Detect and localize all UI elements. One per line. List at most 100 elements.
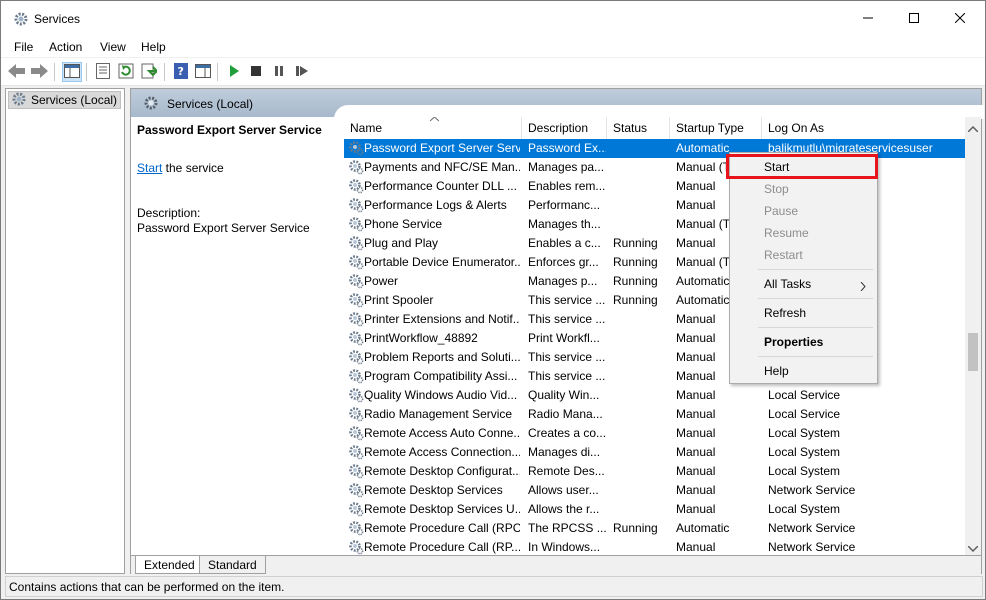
- tab-standard[interactable]: Standard: [199, 556, 266, 574]
- cell-description: Enforces gr...: [528, 255, 599, 269]
- maximize-button[interactable]: [891, 1, 937, 37]
- refresh-toolbar-button[interactable]: [116, 62, 136, 82]
- service-gear-icon: [348, 292, 364, 308]
- service-gear-icon: [348, 444, 364, 460]
- service-gear-icon: [348, 539, 364, 555]
- service-gear-icon: [348, 197, 364, 213]
- scroll-down-icon[interactable]: [967, 541, 979, 555]
- cell-log-on-as: Local System: [768, 426, 841, 440]
- close-button[interactable]: [937, 1, 983, 37]
- cell-name: Print Spooler: [364, 293, 434, 307]
- minimize-icon: [863, 12, 873, 26]
- cell-description: Manages p...: [528, 274, 598, 288]
- context-separator: [758, 298, 873, 299]
- cell-name: Quality Windows Audio Vid...: [364, 388, 518, 402]
- table-row[interactable]: Remote Desktop Services Allows user... Man…: [344, 481, 965, 500]
- cell-name: Remote Procedure Call (RPC): [364, 521, 520, 535]
- back-button[interactable]: [7, 62, 27, 82]
- svg-text:?: ?: [178, 65, 184, 78]
- minimize-button[interactable]: [845, 1, 891, 37]
- title-bar: Services: [1, 1, 985, 37]
- cell-name: Remote Desktop Configurat...: [364, 464, 520, 478]
- show-hide-tree-button[interactable]: [62, 62, 82, 82]
- cell-startup-type: Manual: [676, 426, 716, 440]
- table-row[interactable]: Remote Access Connection... Manages di...…: [344, 443, 965, 462]
- table-row[interactable]: Remote Access Auto Conne... Creates a co.…: [344, 424, 965, 443]
- vertical-scrollbar[interactable]: [965, 117, 981, 555]
- cell-description: This service ...: [528, 293, 606, 307]
- menu-view[interactable]: View: [100, 40, 126, 54]
- cell-description: The RPCSS ...: [528, 521, 606, 535]
- menu-file[interactable]: File: [14, 40, 33, 54]
- table-row[interactable]: Quality Windows Audio Vid... Quality Win.…: [344, 386, 965, 405]
- cell-description: Password Ex...: [528, 141, 606, 155]
- context-all-tasks[interactable]: All Tasks: [764, 277, 811, 291]
- context-properties[interactable]: Properties: [764, 335, 823, 349]
- status-bar: Contains actions that can be performed o…: [5, 576, 983, 597]
- tree-item-services-local[interactable]: Services (Local): [8, 91, 121, 109]
- service-gear-icon: [348, 254, 364, 270]
- export-list-button[interactable]: [139, 62, 160, 82]
- stop-service-button[interactable]: [246, 62, 266, 82]
- cell-status: Running: [613, 521, 658, 535]
- start-service-link[interactable]: Start: [137, 161, 162, 175]
- column-header-label: Description: [528, 121, 589, 135]
- properties-toolbar-button[interactable]: [93, 62, 113, 82]
- column-header-label: Status: [613, 121, 648, 135]
- context-help[interactable]: Help: [764, 364, 789, 378]
- column-header-description[interactable]: Description: [522, 117, 607, 139]
- service-gear-icon: [348, 482, 364, 498]
- service-gear-icon: [348, 140, 364, 156]
- cell-name: Payments and NFC/SE Man...: [364, 160, 520, 174]
- service-gear-icon: [348, 406, 364, 422]
- scroll-thumb[interactable]: [968, 333, 978, 371]
- description-label: Description:: [137, 206, 201, 220]
- cell-description: Manages di...: [528, 445, 601, 459]
- tab-extended[interactable]: Extended: [135, 556, 204, 574]
- table-row[interactable]: Remote Desktop Services U... Allows the r…: [344, 500, 965, 519]
- forward-button[interactable]: [29, 62, 49, 82]
- service-gear-icon: [348, 349, 364, 365]
- start-service-button[interactable]: [224, 62, 244, 82]
- sort-ascending-icon: [429, 117, 440, 125]
- help-toolbar-button[interactable]: ?: [171, 62, 191, 82]
- table-row[interactable]: Remote Desktop Configurat... Remote Des..…: [344, 462, 965, 481]
- services-gear-icon: [13, 11, 29, 27]
- cell-log-on-as: Network Service: [768, 483, 856, 497]
- menu-help[interactable]: Help: [141, 40, 166, 54]
- cell-description: Quality Win...: [528, 388, 600, 402]
- cell-description: Print Workfl...: [528, 331, 600, 345]
- service-gear-icon: [348, 159, 364, 175]
- service-gear-icon: [348, 330, 364, 346]
- context-refresh[interactable]: Refresh: [764, 306, 806, 320]
- window-title: Services: [34, 12, 81, 26]
- cell-description: This service ...: [528, 312, 606, 326]
- cell-startup-type: Manual: [676, 445, 716, 459]
- column-header-name[interactable]: Name: [344, 117, 522, 139]
- cell-name: Printer Extensions and Notif...: [364, 312, 520, 326]
- pause-service-button[interactable]: [269, 62, 289, 82]
- column-header-status[interactable]: Status: [607, 117, 670, 139]
- menu-action[interactable]: Action: [49, 40, 82, 54]
- toolbar: ?: [1, 58, 985, 86]
- cell-name: Password Export Server Serv...: [364, 141, 520, 155]
- column-header-startup-type[interactable]: Startup Type: [670, 117, 762, 139]
- start-service-text: Start the service: [137, 161, 224, 175]
- console-tree: Services (Local): [5, 88, 125, 574]
- back-arrow-icon: [8, 63, 26, 81]
- restart-service-button[interactable]: [292, 62, 312, 82]
- cell-name: PrintWorkflow_48892: [364, 331, 478, 345]
- service-gear-icon: [348, 520, 364, 536]
- action-pane-button[interactable]: [193, 62, 213, 82]
- context-stop: Stop: [764, 182, 789, 196]
- service-gear-icon: [348, 501, 364, 517]
- cell-description: Creates a co...: [528, 426, 606, 440]
- status-text: Contains actions that can be performed o…: [9, 580, 285, 594]
- table-row[interactable]: Radio Management Service Radio Mana... Man…: [344, 405, 965, 424]
- main-header-title: Services (Local): [167, 97, 254, 111]
- table-row[interactable]: Remote Procedure Call (RPC) The RPCSS ...…: [344, 519, 965, 538]
- service-gear-icon: [348, 311, 364, 327]
- column-header-log-on-as[interactable]: Log On As: [762, 117, 965, 139]
- scroll-up-icon[interactable]: [967, 121, 979, 135]
- table-row[interactable]: Remote Procedure Call (RP... In Windows..…: [344, 538, 965, 555]
